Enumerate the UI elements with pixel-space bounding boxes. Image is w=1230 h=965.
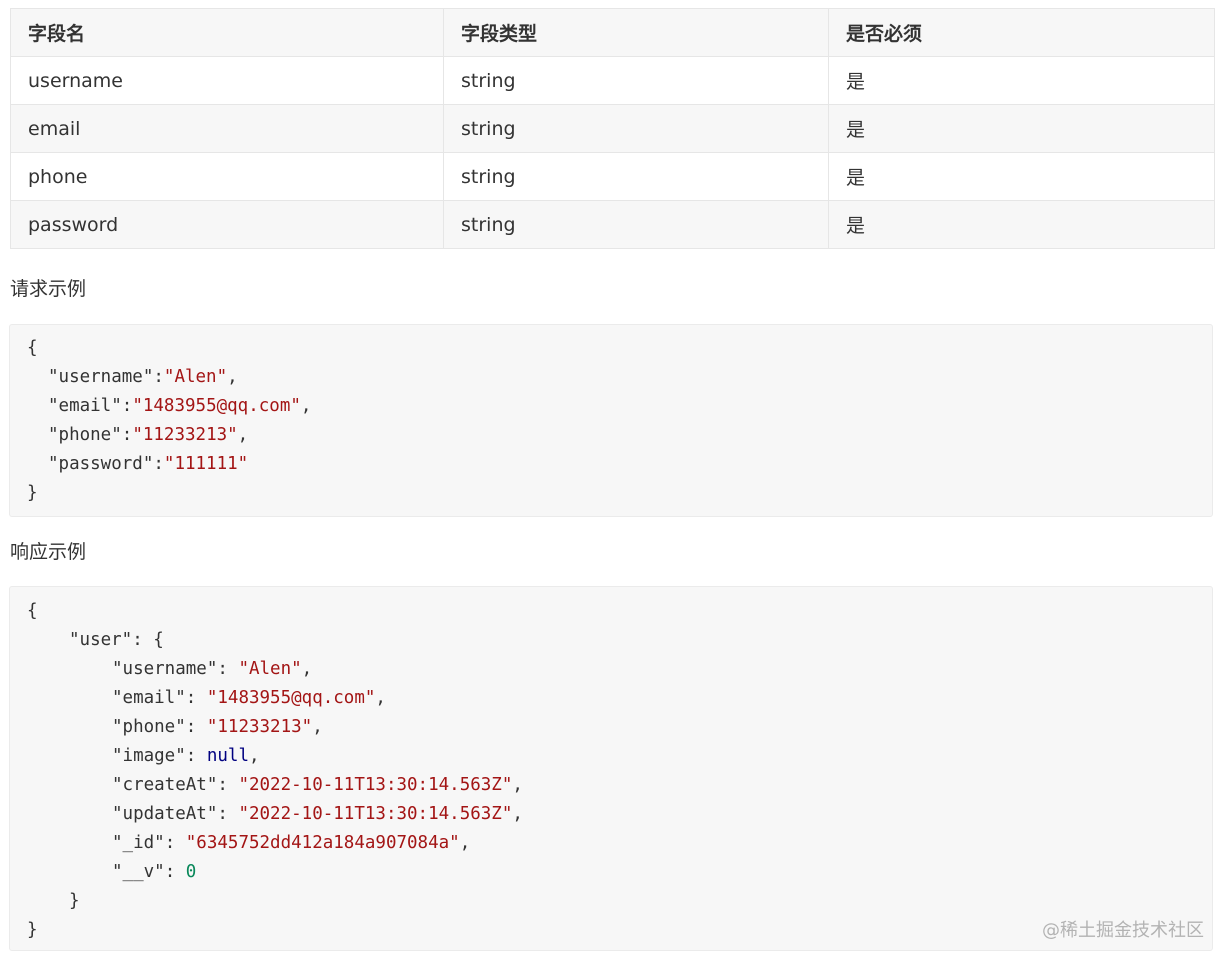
- code-line: "_id": "6345752dd412a184a907084a",: [112, 829, 470, 858]
- json-number-value: 0: [185, 862, 197, 882]
- cell-required: 是: [828, 200, 1215, 249]
- cell-field-type: string: [443, 152, 829, 201]
- json-key: "image": [112, 746, 186, 766]
- json-separator: :: [153, 367, 164, 387]
- field-table: 字段名 字段类型 是否必须 username string 是 email st…: [10, 8, 1215, 249]
- json-separator: :: [185, 746, 207, 766]
- json-comma: ,: [249, 746, 260, 766]
- json-string-value: "1483955@qq.com": [206, 688, 376, 708]
- cell-required: 是: [828, 152, 1215, 201]
- json-null-value: null: [206, 746, 249, 766]
- json-string-value: "6345752dd412a184a907084a": [185, 833, 460, 853]
- table-header-row: 字段名 字段类型 是否必须: [10, 8, 1215, 57]
- json-key: "__v": [112, 862, 165, 882]
- table-row: password string 是: [10, 200, 1215, 249]
- json-comma: ,: [300, 396, 312, 416]
- code-line: "image": null,: [112, 742, 260, 771]
- json-separator: :: [217, 775, 239, 795]
- column-header-required: 是否必须: [828, 8, 1215, 57]
- column-header-field-type: 字段类型: [443, 8, 829, 57]
- table-row: email string 是: [10, 104, 1215, 153]
- json-comma: ,: [512, 775, 523, 795]
- code-line: "username":"Alen",: [48, 363, 238, 392]
- code-line-open: {: [27, 601, 38, 621]
- json-key: "_id": [112, 833, 165, 853]
- code-line: "createAt": "2022-10-11T13:30:14.563Z",: [112, 771, 523, 800]
- code-line: "username": "Alen",: [112, 655, 312, 684]
- code-line: "email":"1483955@qq.com",: [48, 392, 311, 421]
- json-key: "email": [112, 688, 186, 708]
- cell-required: 是: [828, 104, 1215, 153]
- json-separator: :: [217, 659, 239, 679]
- code-line: "email": "1483955@qq.com",: [112, 684, 386, 713]
- table-row: username string 是: [10, 56, 1215, 105]
- json-comma: ,: [227, 367, 238, 387]
- json-key: "password": [48, 454, 154, 474]
- json-key: "phone": [112, 717, 186, 737]
- document-page: 字段名 字段类型 是否必须 username string 是 email st…: [0, 0, 1230, 965]
- json-string-value: "111111": [163, 454, 249, 474]
- json-separator: :: [164, 833, 186, 853]
- json-separator: :: [153, 454, 164, 474]
- request-code-block: { "username":"Alen", "email":"1483955@qq…: [9, 324, 1213, 517]
- code-line: "updateAt": "2022-10-11T13:30:14.563Z",: [112, 800, 523, 829]
- json-comma: ,: [375, 688, 386, 708]
- cell-field-name: email: [10, 104, 444, 153]
- json-string-value: "11233213": [206, 717, 313, 737]
- code-line-close: }: [27, 483, 38, 503]
- json-string-value: "1483955@qq.com": [132, 396, 301, 416]
- json-key: "user": [69, 630, 133, 650]
- column-header-field-name: 字段名: [10, 8, 444, 57]
- json-separator: :: [164, 862, 186, 882]
- watermark: @稀土掘金技术社区: [1042, 920, 1204, 941]
- code-line: "phone": "11233213",: [112, 713, 323, 742]
- cell-field-type: string: [443, 56, 829, 105]
- code-line-close-inner: }: [69, 891, 80, 911]
- json-key: "email": [48, 396, 122, 416]
- json-key: "createAt": [112, 775, 218, 795]
- json-string-value: "Alen": [163, 367, 228, 387]
- json-comma: ,: [301, 659, 313, 679]
- cell-field-name: phone: [10, 152, 444, 201]
- response-code-block: { "user": { "username": "Alen", "email":…: [9, 586, 1213, 951]
- json-key: "phone": [48, 425, 122, 445]
- code-line: "user": {: [69, 626, 164, 655]
- table-row: phone string 是: [10, 152, 1215, 201]
- json-comma: ,: [237, 425, 249, 445]
- cell-field-type: string: [443, 200, 829, 249]
- cell-required: 是: [828, 56, 1215, 105]
- json-string-value: "2022-10-11T13:30:14.563Z": [238, 775, 513, 795]
- cell-field-type: string: [443, 104, 829, 153]
- response-example-label: 响应示例: [10, 541, 87, 563]
- cell-field-name: password: [10, 200, 444, 249]
- json-comma: ,: [459, 833, 471, 853]
- json-string-value: "Alen": [238, 659, 302, 679]
- code-line-open: {: [27, 338, 38, 358]
- json-key: "username": [112, 659, 218, 679]
- json-key: "updateAt": [112, 804, 218, 824]
- json-comma: ,: [512, 804, 523, 824]
- code-line-close: }: [27, 920, 38, 940]
- json-key: "username": [48, 367, 154, 387]
- code-line: "__v": 0: [112, 858, 196, 887]
- request-example-label: 请求示例: [10, 278, 87, 300]
- code-line: "password":"111111": [48, 450, 248, 479]
- json-separator: :: [121, 425, 133, 445]
- json-object-open: : {: [132, 630, 164, 650]
- json-comma: ,: [312, 717, 323, 737]
- json-separator: :: [185, 688, 207, 708]
- json-string-value: "11233213": [132, 425, 238, 445]
- cell-field-name: username: [10, 56, 444, 105]
- code-line: "phone":"11233213",: [48, 421, 248, 450]
- json-separator: :: [217, 804, 239, 824]
- json-separator: :: [121, 396, 133, 416]
- json-separator: :: [185, 717, 207, 737]
- json-string-value: "2022-10-11T13:30:14.563Z": [238, 804, 513, 824]
